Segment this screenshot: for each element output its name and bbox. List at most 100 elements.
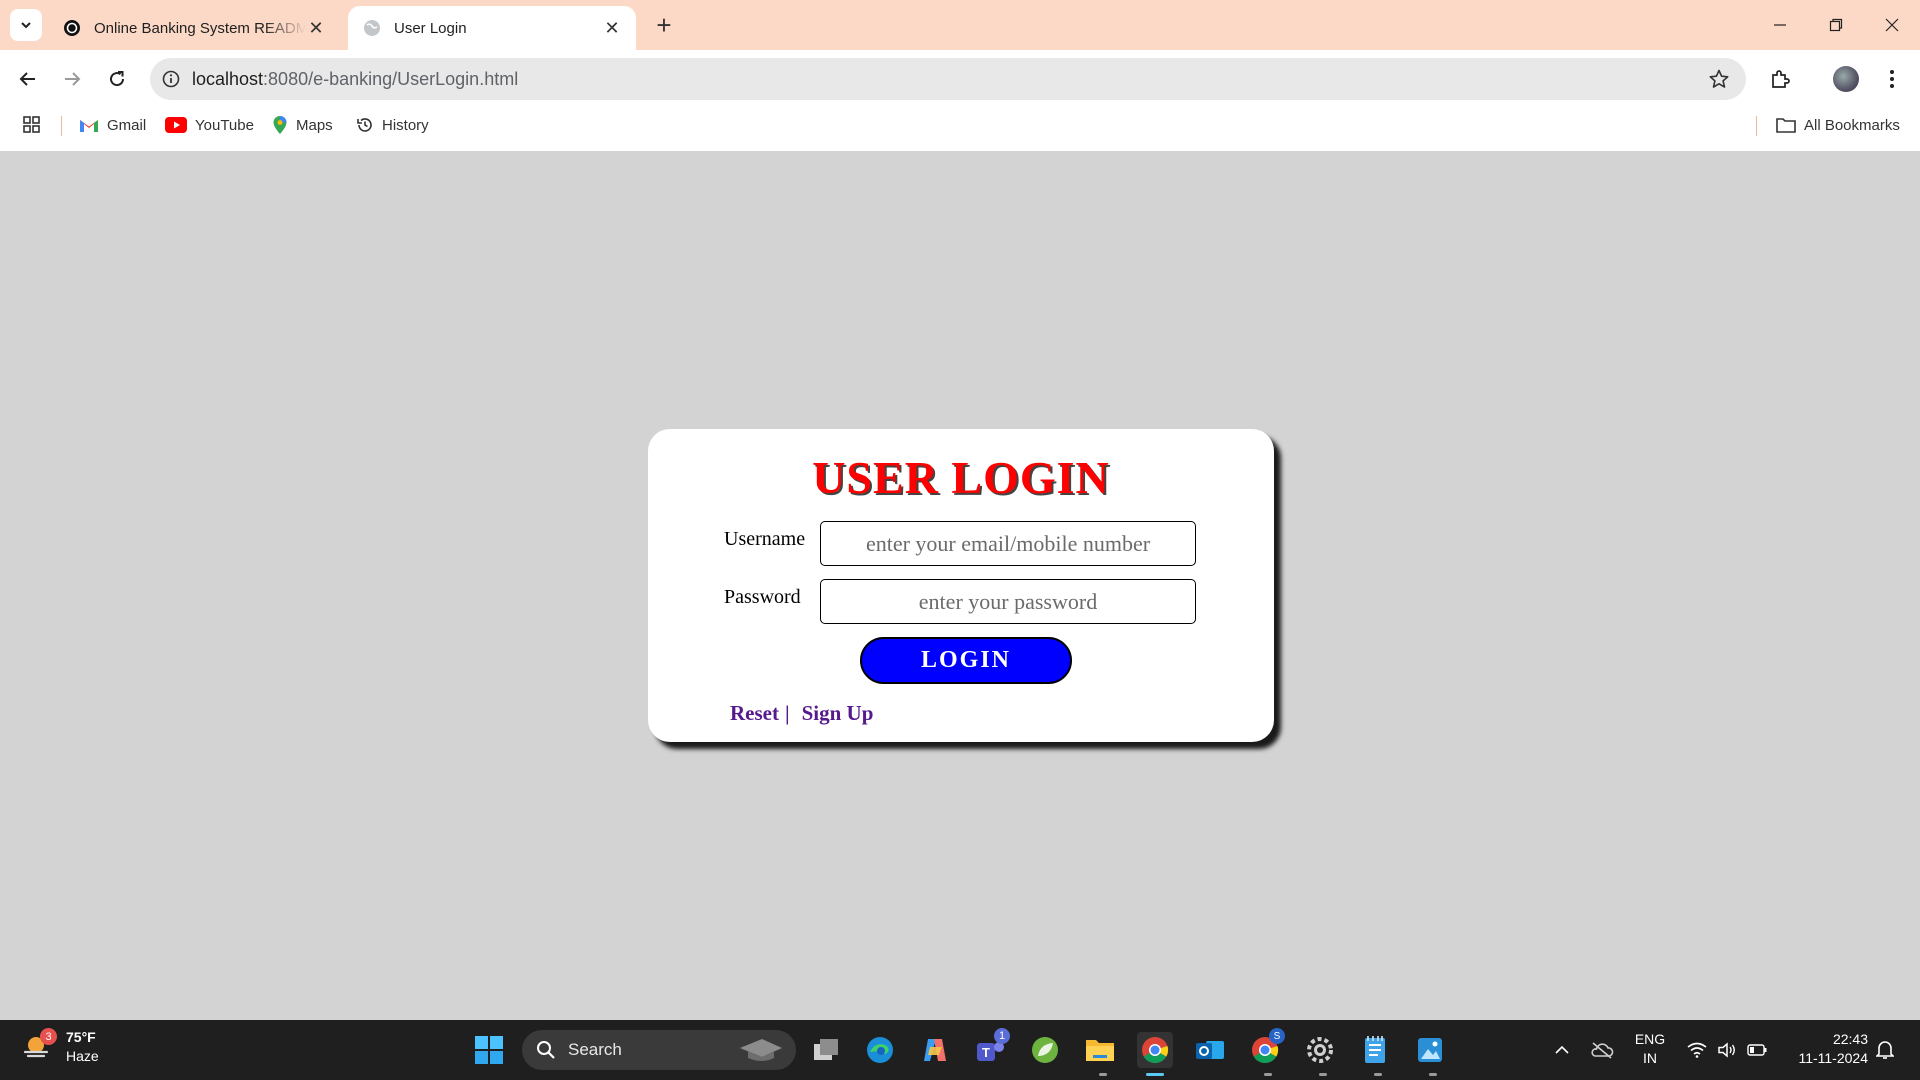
folder-icon (1086, 1040, 1114, 1061)
site-info-icon[interactable] (150, 70, 192, 88)
chevron-down-icon (21, 22, 31, 29)
weather-badge: 3 (40, 1028, 57, 1045)
teams-badge: 1 (994, 1028, 1010, 1044)
tab-user-login[interactable]: User Login ✕ (348, 6, 636, 50)
divider (1756, 116, 1757, 136)
username-label: Username (724, 528, 806, 550)
all-bookmarks-label: All Bookmarks (1804, 116, 1900, 134)
running-indicator (1374, 1073, 1382, 1076)
battery-icon (1747, 1044, 1767, 1056)
restore-button[interactable] (1808, 0, 1864, 50)
login-card: USER LOGIN Username Password LOGIN Reset… (648, 429, 1274, 742)
apps-grid-icon (23, 116, 40, 133)
close-icon[interactable]: ✕ (306, 18, 326, 38)
close-icon (1885, 18, 1899, 32)
menu-button[interactable] (1876, 63, 1908, 95)
start-button[interactable] (471, 1032, 507, 1068)
clock[interactable]: 22:43 11-11-2024 (1778, 1030, 1868, 1068)
bookmark-history[interactable]: History (356, 108, 429, 142)
login-button[interactable]: LOGIN (860, 637, 1072, 684)
all-bookmarks-button[interactable]: All Bookmarks (1776, 108, 1900, 142)
profile-button[interactable] (1830, 63, 1862, 95)
taskbar-notepad[interactable] (1357, 1032, 1393, 1068)
bookmark-youtube[interactable]: YouTube (165, 108, 254, 142)
notifications-button[interactable] (1872, 1020, 1898, 1080)
url-host: localhost (192, 68, 264, 89)
taskbar-copilot[interactable] (917, 1032, 953, 1068)
bookmarks-bar: Gmail YouTube Maps History All Bookmarks (0, 108, 1920, 151)
globe-icon (362, 18, 382, 38)
taskbar-settings[interactable] (1302, 1032, 1338, 1068)
extensions-button[interactable] (1764, 63, 1796, 95)
bookmark-label: History (382, 116, 429, 134)
tab-readme[interactable]: Online Banking System README ✕ (48, 6, 340, 50)
more-vertical-icon (1890, 70, 1894, 88)
taskbar-outlook[interactable] (1192, 1032, 1228, 1068)
address-bar[interactable]: localhost:8080/e-banking/UserLogin.html (150, 58, 1746, 100)
task-view-button[interactable] (808, 1032, 844, 1068)
tab-title: User Login (394, 19, 467, 37)
running-indicator (1319, 1073, 1327, 1076)
search-label: Search (568, 1040, 622, 1059)
edge-icon (867, 1037, 893, 1063)
task-view-icon (814, 1039, 838, 1060)
taskbar-search[interactable]: Search (522, 1030, 796, 1070)
spring-leaf-icon (1032, 1037, 1058, 1063)
onedrive-tray[interactable] (1588, 1020, 1616, 1080)
taskbar-file-explorer[interactable] (1082, 1032, 1118, 1068)
chrome-profile-badge: S (1269, 1028, 1285, 1044)
minimize-button[interactable] (1752, 0, 1808, 50)
running-indicator (1264, 1073, 1272, 1076)
search-icon (537, 1041, 555, 1059)
gear-icon (1307, 1037, 1333, 1063)
taskbar-chrome[interactable] (1137, 1032, 1173, 1068)
new-tab-button[interactable]: + (650, 10, 678, 40)
taskbar-teams[interactable]: T 1 (972, 1028, 1010, 1068)
tab-search-button[interactable] (10, 9, 42, 41)
taskbar-edge[interactable] (862, 1032, 898, 1068)
photos-icon (1418, 1038, 1442, 1062)
battery-tray[interactable] (1744, 1020, 1770, 1080)
reload-button[interactable] (101, 63, 133, 95)
wifi-tray[interactable] (1684, 1020, 1710, 1080)
apps-button[interactable] (22, 108, 42, 142)
bookmark-label: Maps (296, 116, 333, 134)
close-icon[interactable]: ✕ (602, 18, 622, 38)
weather-widget[interactable]: 3 75°F Haze (22, 1028, 99, 1066)
back-button[interactable] (12, 63, 44, 95)
taskbar-photos[interactable] (1412, 1032, 1448, 1068)
login-links: Reset | Sign Up (730, 701, 873, 726)
close-window-button[interactable] (1864, 0, 1920, 50)
bookmark-gmail[interactable]: Gmail (79, 108, 146, 142)
running-indicator (1146, 1073, 1164, 1076)
url-text: localhost:8080/e-banking/UserLogin.html (192, 69, 518, 90)
reload-icon (110, 71, 125, 87)
username-input[interactable] (820, 521, 1196, 566)
reset-link[interactable]: Reset (730, 701, 779, 726)
password-input[interactable] (820, 579, 1196, 624)
clock-date: 11-11-2024 (1798, 1050, 1868, 1066)
forward-button[interactable] (56, 63, 88, 95)
volume-tray[interactable] (1714, 1020, 1740, 1080)
chevron-up-icon (1555, 1045, 1569, 1054)
bookmark-maps[interactable]: Maps (272, 108, 333, 142)
divider (61, 116, 62, 136)
weather-temp: 75°F (66, 1029, 96, 1045)
taskbar-chrome-profile[interactable]: S (1247, 1028, 1285, 1068)
window-controls (1752, 0, 1920, 50)
gmail-icon (79, 117, 99, 133)
weather-desc: Haze (66, 1048, 99, 1064)
bookmark-star-icon[interactable] (1708, 68, 1730, 95)
bell-icon (1876, 1041, 1894, 1059)
youtube-icon (165, 117, 187, 133)
password-label: Password (724, 586, 801, 608)
openai-icon (62, 18, 82, 38)
show-hidden-icons-button[interactable] (1550, 1020, 1574, 1080)
browser-toolbar: localhost:8080/e-banking/UserLogin.html (0, 50, 1920, 108)
language-code: ENG (1634, 1031, 1666, 1047)
taskbar-spring-tool[interactable] (1027, 1032, 1063, 1068)
tab-strip: Online Banking System README ✕ User Logi… (0, 0, 1920, 50)
sign-up-link[interactable]: Sign Up (802, 701, 874, 726)
language-indicator[interactable]: ENG IN (1630, 1030, 1670, 1068)
outlook-icon (1196, 1041, 1224, 1059)
